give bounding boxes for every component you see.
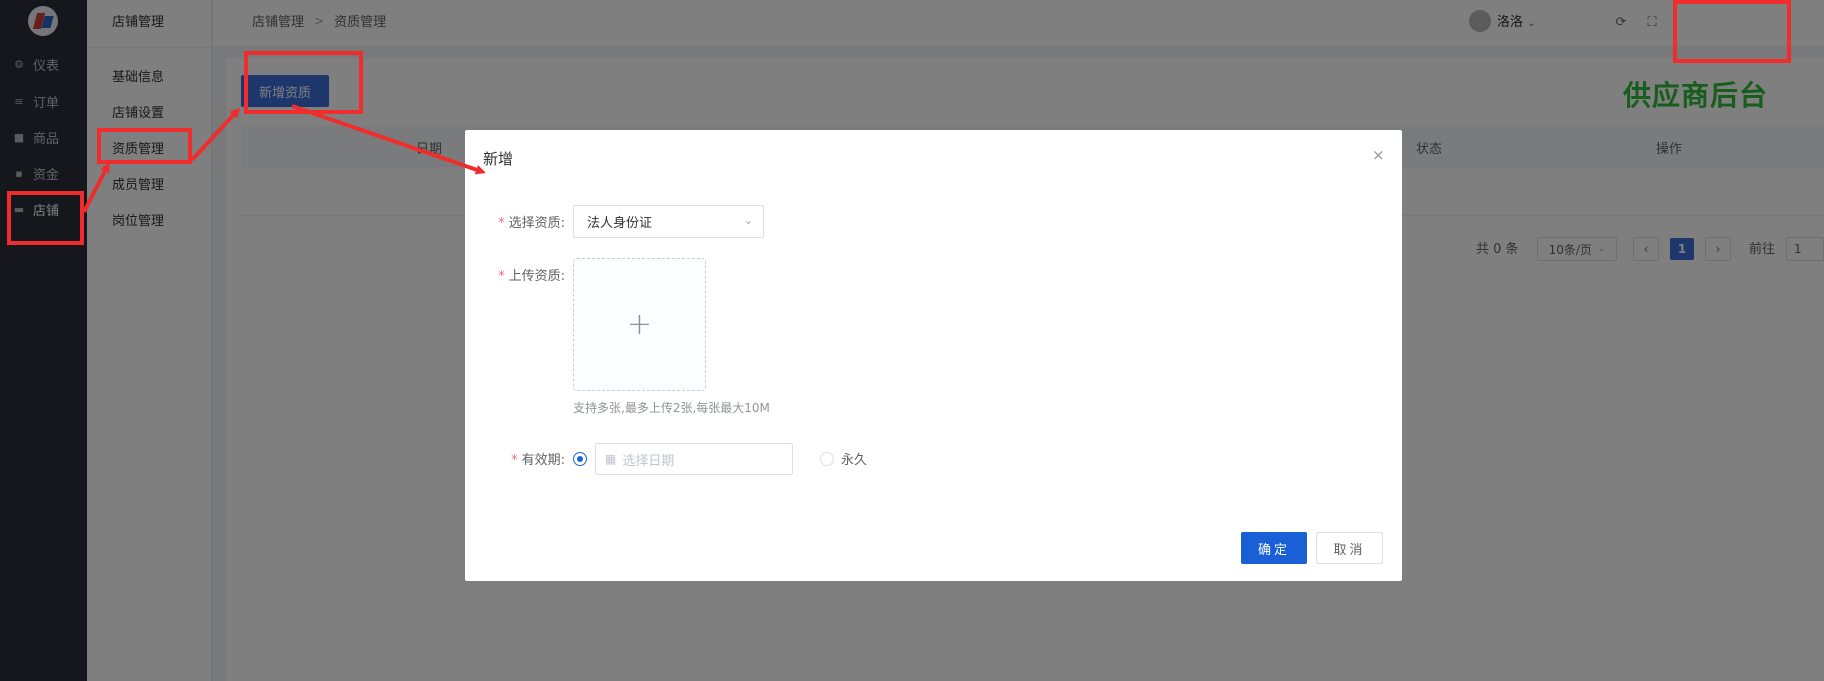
validity-forever-radio[interactable] [820,452,834,466]
required-mark: * [498,216,505,231]
plus-icon: + [626,307,653,342]
dialog-title: 新增 [483,150,514,168]
calendar-icon: ▦ [605,452,617,466]
date-picker-input[interactable]: ▦ 选择日期 [595,443,793,475]
validity-date-radio[interactable] [573,452,587,466]
close-icon[interactable]: × [1372,146,1385,164]
qualification-select-value: 法人身份证 [587,216,653,231]
annotation-box-user [1673,0,1791,63]
annotation-box-qualification [97,128,192,164]
date-placeholder: 选择日期 [622,453,675,469]
qualification-select[interactable]: 法人身份证 ⌄ [573,205,764,238]
annotation-box-shop [7,191,84,245]
required-mark: * [498,269,505,284]
confirm-button[interactable]: 确定 [1241,532,1307,564]
qualification-label: * 选择资质: [498,216,565,231]
upload-hint: 支持多张,最多上传2张,每张最大10M [573,401,770,415]
chevron-down-icon: ⌄ [743,214,753,227]
upload-label: * 上传资质: [498,269,565,284]
validity-label: * 有效期: [511,453,565,468]
annotation-box-add-button [244,51,363,114]
upload-dropzone[interactable]: + [573,258,706,391]
cancel-button[interactable]: 取消 [1316,532,1383,564]
required-mark: * [511,453,518,468]
add-qualification-dialog: 新增 × * 选择资质: 法人身份证 ⌄ * 上传资质: + 支持多张,最多上传2张… [465,130,1402,581]
forever-label[interactable]: 永久 [841,449,867,468]
